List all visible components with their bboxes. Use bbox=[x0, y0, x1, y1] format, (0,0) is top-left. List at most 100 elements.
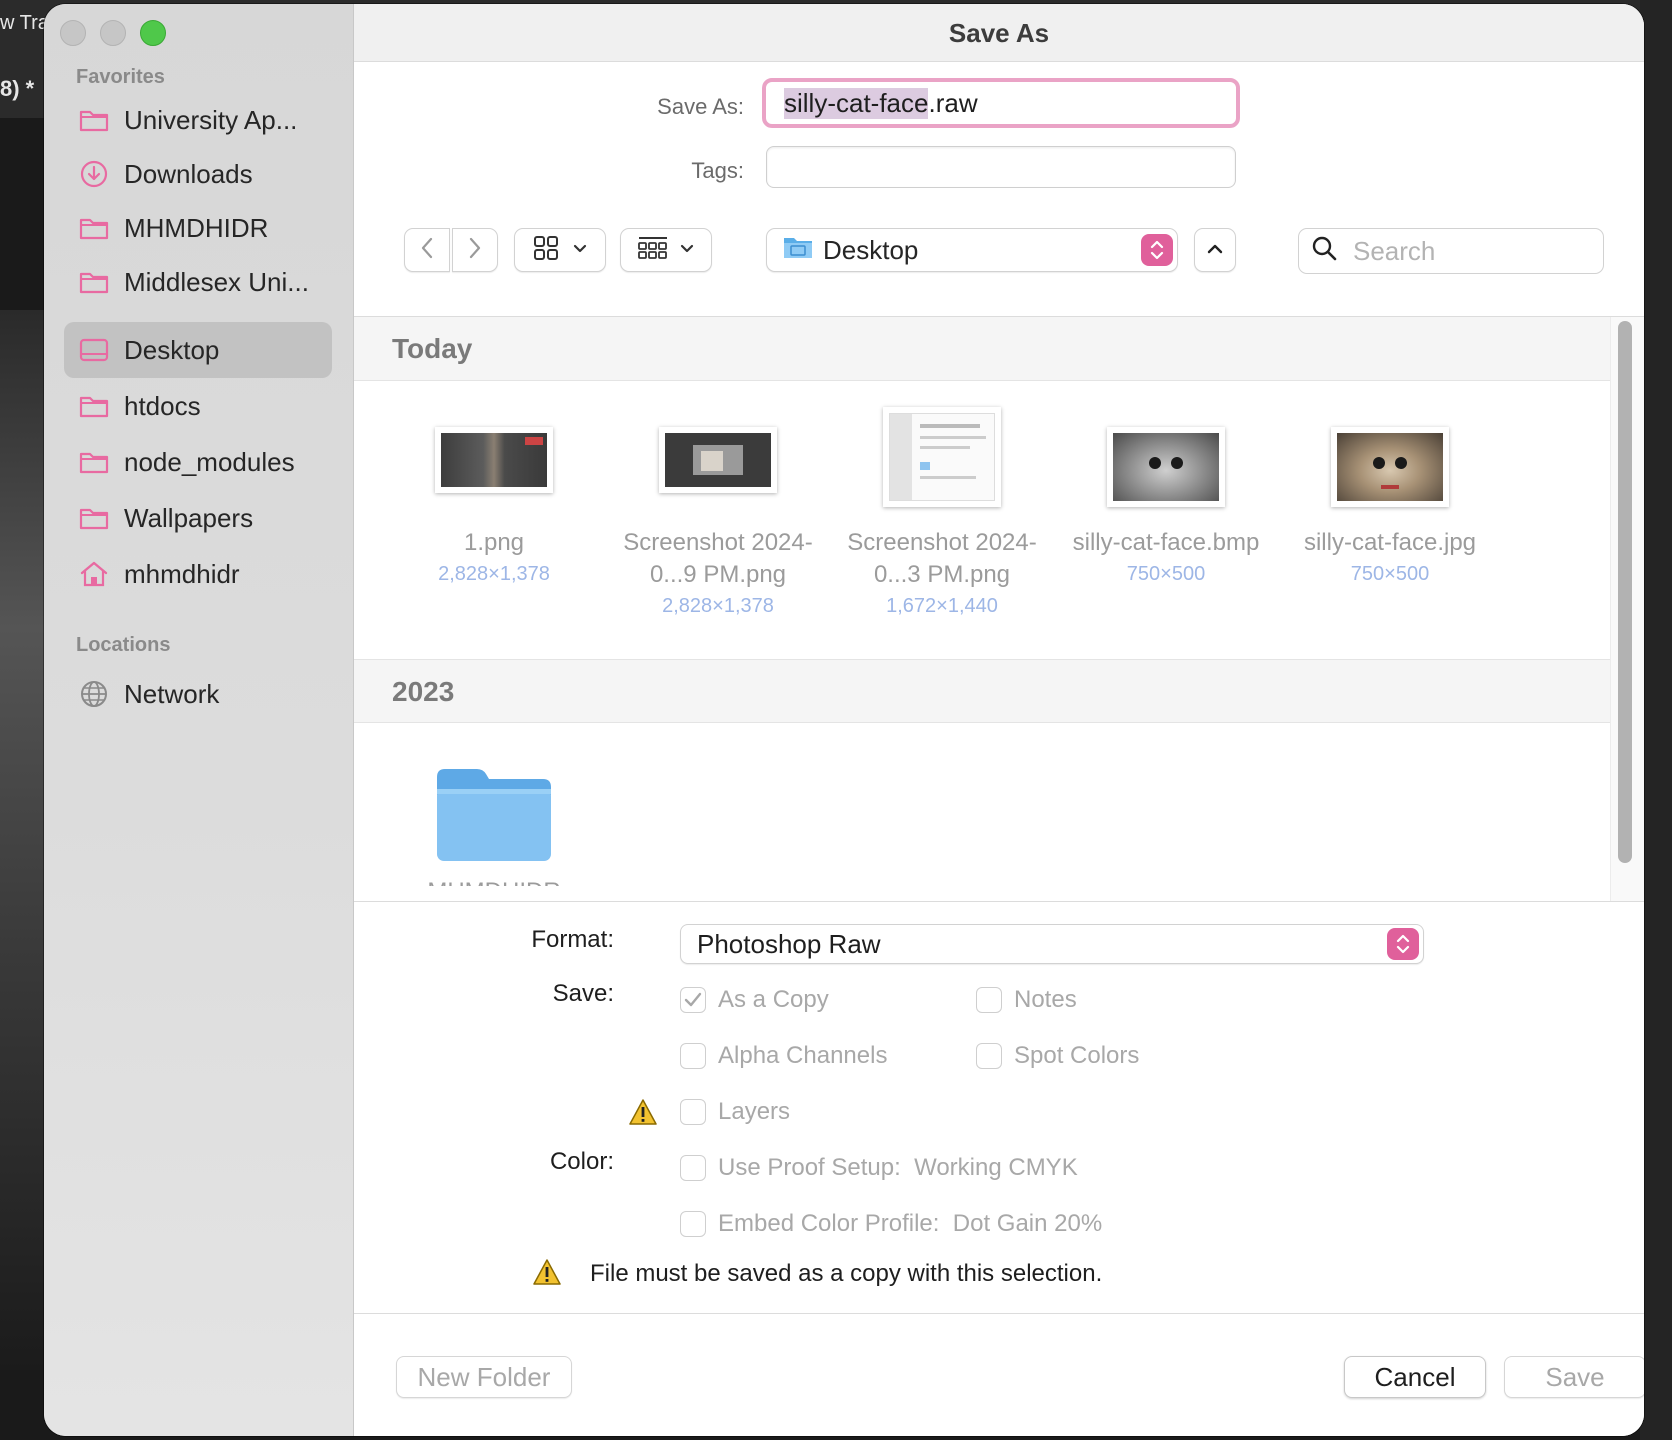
download-icon bbox=[78, 158, 110, 190]
copy-warning-message: File must be saved as a copy with this s… bbox=[590, 1260, 1103, 1287]
save-label: Save: bbox=[552, 980, 614, 1007]
search-input[interactable] bbox=[1351, 234, 1571, 268]
alpha-channels-checkbox[interactable]: Alpha Channels bbox=[680, 1042, 887, 1070]
checkbox-label: Use Proof Setup: Working CMYK bbox=[718, 1154, 1078, 1181]
folder-icon bbox=[78, 212, 110, 244]
use-proof-setup-checkbox[interactable]: Use Proof Setup: Working CMYK bbox=[680, 1154, 1078, 1182]
background-app-edge bbox=[1640, 0, 1672, 1440]
spot-colors-checkbox[interactable]: Spot Colors bbox=[976, 1042, 1139, 1070]
main-panel: Save As Save As: silly-cat-face .raw Tags… bbox=[354, 4, 1644, 1436]
new-folder-button[interactable]: New Folder bbox=[396, 1356, 572, 1398]
checkbox-label: As a Copy bbox=[718, 986, 829, 1013]
search-icon bbox=[1311, 235, 1337, 268]
checkbox-box bbox=[680, 1211, 706, 1237]
sidebar-item-desktop[interactable]: Desktop bbox=[64, 322, 332, 378]
chevron-left-icon bbox=[420, 236, 434, 265]
window-zoom-button[interactable] bbox=[140, 20, 166, 46]
sidebar-item-university-applications[interactable]: University Ap... bbox=[64, 92, 332, 148]
save-button[interactable]: Save bbox=[1504, 1356, 1644, 1398]
checkbox-label: Notes bbox=[1014, 986, 1077, 1013]
filename-input[interactable]: silly-cat-face .raw bbox=[762, 78, 1240, 128]
window-minimize-button[interactable] bbox=[100, 20, 126, 46]
checkbox-label: Embed Color Profile: Dot Gain 20% bbox=[718, 1210, 1103, 1237]
color-label: Color: bbox=[549, 1148, 614, 1175]
file-item-screenshot-1[interactable]: Screenshot 2024-0...9 PM.png 2,828×1,378 bbox=[608, 427, 828, 621]
folder-item-mhmdhidr[interactable]: MHMDHIDR bbox=[384, 763, 604, 886]
sidebar-item-htdocs[interactable]: htdocs bbox=[64, 378, 332, 434]
checkbox-box bbox=[680, 1155, 706, 1181]
sidebar-item-label: Downloads bbox=[124, 158, 253, 189]
notes-checkbox[interactable]: Notes bbox=[976, 986, 1077, 1014]
file-item-screenshot-2[interactable]: Screenshot 2024-0...3 PM.png 1,672×1,440 bbox=[832, 407, 1052, 621]
folder-icon bbox=[78, 266, 110, 298]
file-thumbnail bbox=[1331, 427, 1449, 507]
background-doc-tab: 8) * bbox=[0, 76, 35, 101]
grid-view-icon bbox=[533, 235, 559, 266]
file-dimensions: 2,828×1,378 bbox=[662, 595, 774, 617]
icon-view-button[interactable] bbox=[514, 228, 606, 272]
file-name: silly-cat-face.bmp bbox=[1072, 529, 1260, 556]
warning-icon bbox=[628, 1098, 658, 1131]
tags-input[interactable] bbox=[766, 146, 1236, 188]
checkbox-label: Spot Colors bbox=[1014, 1042, 1140, 1069]
sidebar-item-label: mhmdhidr bbox=[124, 558, 240, 589]
file-thumbnail bbox=[1107, 427, 1225, 507]
file-name: Screenshot 2024-0...3 PM.png bbox=[847, 529, 1037, 588]
desktop-folder-icon bbox=[783, 234, 813, 267]
sidebar-item-middlesex-university[interactable]: Middlesex Uni... bbox=[64, 254, 332, 310]
locations-heading: Locations bbox=[76, 634, 171, 656]
file-name: silly-cat-face.jpg bbox=[1303, 529, 1477, 556]
file-browser: Today 1.png 2,828×1,378 Screenshot 2024-… bbox=[354, 316, 1644, 902]
sidebar-item-label: MHMDHIDR bbox=[124, 212, 269, 243]
sidebar-item-label: Network bbox=[124, 678, 220, 709]
sidebar-item-label: node_modules bbox=[124, 446, 295, 477]
format-label: Format: bbox=[531, 926, 614, 953]
dialog-title: Save As bbox=[354, 4, 1644, 62]
embed-color-profile-checkbox[interactable]: Embed Color Profile: Dot Gain 20% bbox=[680, 1210, 1102, 1238]
layers-checkbox[interactable]: Layers bbox=[680, 1098, 790, 1126]
file-name: MHMDHIDR bbox=[384, 872, 604, 886]
save-as-dialog: Favorites University Ap... Downloads MHM… bbox=[44, 4, 1644, 1436]
file-dimensions: 750×500 bbox=[1350, 563, 1430, 585]
sidebar-item-node-modules[interactable]: node_modules bbox=[64, 434, 332, 490]
search-field[interactable] bbox=[1298, 228, 1604, 274]
chevron-down-icon bbox=[573, 241, 587, 259]
section-heading-today: Today bbox=[354, 317, 1610, 381]
sidebar-item-label: Desktop bbox=[124, 334, 220, 365]
window-close-button[interactable] bbox=[60, 20, 86, 46]
sidebar-item-network[interactable]: Network bbox=[64, 666, 332, 722]
scrollbar-thumb[interactable] bbox=[1618, 321, 1632, 863]
file-name: Screenshot 2024-0...9 PM.png bbox=[623, 529, 813, 588]
file-dimensions: 750×500 bbox=[1126, 563, 1206, 585]
as-a-copy-checkbox[interactable]: As a Copy bbox=[680, 986, 829, 1014]
sidebar-item-home[interactable]: mhmdhidr bbox=[64, 546, 332, 602]
home-icon bbox=[78, 558, 110, 590]
checkbox-label: Alpha Channels bbox=[718, 1042, 888, 1069]
sidebar-item-downloads[interactable]: Downloads bbox=[64, 146, 332, 202]
checkbox-box bbox=[680, 987, 706, 1013]
file-item-1png[interactable]: 1.png 2,828×1,378 bbox=[384, 427, 604, 589]
sidebar: Favorites University Ap... Downloads MHM… bbox=[44, 4, 354, 1436]
section-heading-2023: 2023 bbox=[354, 659, 1610, 723]
file-item-silly-cat-face-bmp[interactable]: silly-cat-face.bmp 750×500 bbox=[1056, 427, 1276, 589]
sidebar-item-label: htdocs bbox=[124, 390, 201, 421]
folder-icon bbox=[78, 104, 110, 136]
chevron-up-icon bbox=[1207, 241, 1223, 259]
location-label: Desktop bbox=[823, 234, 919, 265]
sidebar-item-wallpapers[interactable]: Wallpapers bbox=[64, 490, 332, 546]
favorites-heading: Favorites bbox=[76, 66, 165, 88]
group-view-button[interactable] bbox=[620, 228, 712, 272]
format-popup[interactable]: Photoshop Raw bbox=[680, 924, 1424, 964]
sidebar-item-mhmdhidr-folder[interactable]: MHMDHIDR bbox=[64, 200, 332, 256]
location-popup[interactable]: Desktop bbox=[766, 228, 1178, 272]
checkbox-label: Layers bbox=[718, 1098, 791, 1125]
file-item-silly-cat-face-jpg[interactable]: silly-cat-face.jpg 750×500 bbox=[1280, 427, 1500, 589]
sidebar-item-label: Wallpapers bbox=[124, 502, 254, 533]
cancel-button[interactable]: Cancel bbox=[1344, 1356, 1486, 1398]
save-as-label: Save As: bbox=[657, 94, 744, 119]
format-stepper-icon bbox=[1387, 928, 1419, 960]
expand-collapse-button[interactable] bbox=[1194, 228, 1236, 272]
gallery-view-icon bbox=[638, 235, 668, 266]
forward-button[interactable] bbox=[452, 228, 498, 272]
back-button[interactable] bbox=[404, 228, 450, 272]
